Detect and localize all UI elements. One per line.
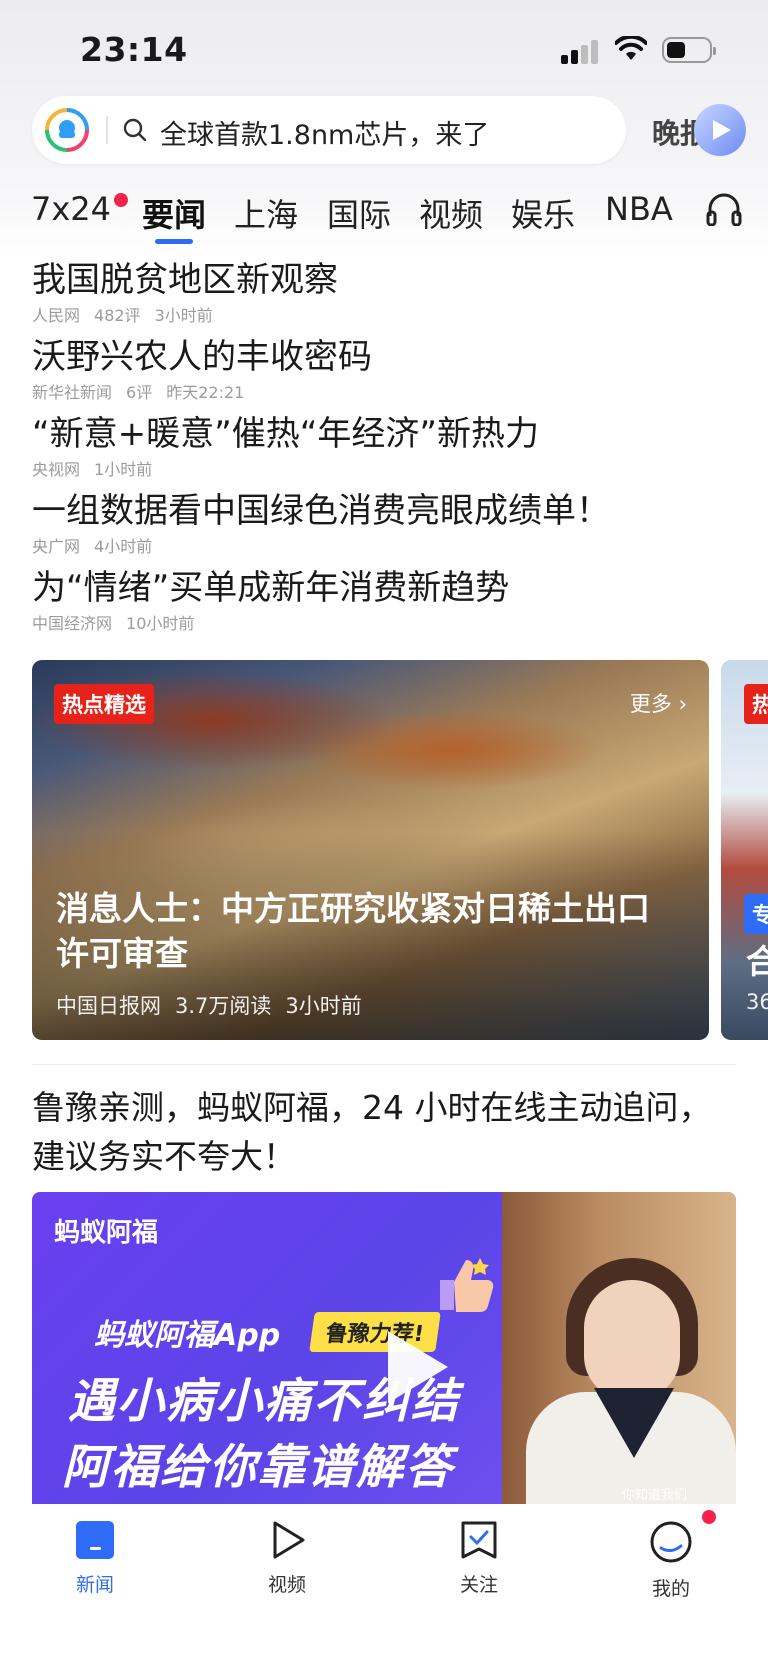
search-input[interactable]: 全球首款1.8nm芯片，来了	[160, 113, 489, 152]
headline-source: 央广网	[32, 537, 81, 556]
notification-dot	[112, 191, 130, 209]
headline-meta: 中国经济网 10小时前	[32, 610, 732, 634]
headline-time: 10小时前	[126, 614, 195, 633]
hot-card-source: 中国日报网	[56, 994, 161, 1018]
nav-news[interactable]: 新闻	[35, 1520, 155, 1597]
headline-item[interactable]: 我国脱贫地区新观察 人民网 482评 3小时前	[32, 258, 732, 326]
headline-item[interactable]: 一组数据看中国绿色消费亮眼成绩单！ 央广网 4小时前	[32, 489, 732, 557]
hot-picks-card[interactable]: 热点精选 更多 › 消息人士：中方正研究收紧对日稀土出口许可审查 中国日报网 3.…	[32, 660, 709, 1040]
nav-news-label: 新闻	[75, 1574, 114, 1596]
tab-nba[interactable]: NBA	[605, 190, 673, 228]
headline-title: 为“情绪”买单成新年消费新趋势	[32, 568, 510, 608]
headline-time: 昨天22:21	[166, 383, 245, 402]
nav-follow[interactable]: 关注	[419, 1520, 539, 1597]
evening-news-button[interactable]	[694, 104, 746, 156]
hot-card-meta: 中国日报网 3.7万阅读 3小时前	[56, 990, 376, 1020]
nav-profile-label: 我的	[651, 1578, 690, 1600]
tab-international[interactable]: 国际	[327, 190, 391, 236]
headline-source: 人民网	[32, 306, 81, 325]
ad-app-name: 蚂蚁阿福App	[94, 1318, 281, 1353]
tab-entertainment[interactable]: 娱乐	[511, 190, 575, 236]
headline-item[interactable]: 为“情绪”买单成新年消费新趋势 中国经济网 10小时前	[32, 566, 732, 634]
notification-dot	[702, 1510, 716, 1524]
nav-follow-label: 关注	[459, 1574, 498, 1596]
profile-icon	[650, 1521, 692, 1563]
video-icon	[273, 1521, 305, 1559]
play-icon[interactable]	[382, 1327, 452, 1407]
tab-7x24[interactable]: 7x24	[31, 190, 111, 228]
play-icon	[713, 120, 731, 140]
next-card-title: 合	[746, 942, 768, 981]
follow-icon	[461, 1521, 497, 1559]
nav-video[interactable]: 视频	[227, 1520, 347, 1597]
headline-title: 我国脱贫地区新观察	[32, 260, 338, 300]
headline-title: 沃野兴农人的丰收密码	[32, 337, 372, 377]
chevron-right-icon: ›	[678, 692, 687, 716]
headline-source: 新华社新闻	[32, 383, 113, 402]
thumbs-up-icon	[440, 1258, 494, 1312]
ad-presenter-image: 你知道我们	[502, 1192, 736, 1504]
ad-brand-logo: 蚂蚁阿福	[54, 1218, 159, 1248]
bottom-navigation: 新闻 视频 关注 我的	[0, 1504, 768, 1663]
next-card-badge: 热	[744, 684, 768, 724]
status-time: 23:14	[80, 30, 188, 69]
hot-card-time: 3小时前	[285, 994, 362, 1018]
headline-item[interactable]: “新意+暖意”催热“年经济”新热力 央视网 1小时前	[32, 412, 732, 480]
hot-card-title: 消息人士：中方正研究收紧对日稀土出口许可审查	[56, 889, 650, 973]
headline-comments: 6评	[126, 383, 153, 402]
headline-meta: 央视网 1小时前	[32, 456, 732, 480]
headline-time: 4小时前	[94, 537, 153, 556]
hot-picks-badge: 热点精选	[54, 684, 154, 724]
headphones-icon[interactable]	[706, 192, 742, 226]
headline-time: 3小时前	[154, 306, 213, 325]
presenter-face	[584, 1280, 680, 1400]
hot-card-reads: 3.7万阅读	[175, 994, 272, 1018]
headline-comments: 482评	[94, 306, 141, 325]
headline-time: 1小时前	[94, 460, 153, 479]
search-bar[interactable]: 全球首款1.8nm芯片，来了	[32, 96, 626, 164]
next-card-topic-badge: 专	[744, 894, 768, 934]
nav-video-label: 视频	[267, 1574, 306, 1596]
news-icon	[76, 1521, 114, 1559]
battery-icon	[662, 37, 716, 63]
tab-headlines[interactable]: 要闻	[142, 190, 206, 236]
search-icon	[123, 118, 147, 142]
nav-profile[interactable]: 我的	[611, 1520, 731, 1601]
active-tab-indicator	[155, 239, 193, 244]
ad-video-card[interactable]: 蚂蚁阿福 蚂蚁阿福App 鲁豫力荐! 遇小病小痛不纠结 阿福给你靠谱解答 你知道…	[32, 1192, 736, 1504]
wifi-icon	[615, 36, 647, 60]
app-logo-icon	[45, 108, 89, 152]
headline-title: “新意+暖意”催热“年经济”新热力	[32, 414, 539, 454]
headline-source: 央视网	[32, 460, 81, 479]
tab-video[interactable]: 视频	[419, 190, 483, 236]
search-divider	[106, 116, 108, 144]
section-divider	[32, 1064, 736, 1065]
next-card-meta: 36	[746, 990, 768, 1014]
headline-meta: 新华社新闻 6评 昨天22:21	[32, 379, 732, 403]
headline-title: 一组数据看中国绿色消费亮眼成绩单！	[32, 491, 610, 531]
ad-article-title[interactable]: 鲁豫亲测，蚂蚁阿福，24 小时在线主动追问，建议务实不夸大！	[32, 1083, 712, 1181]
next-hot-card[interactable]: 热 专 合 36	[721, 660, 768, 1040]
headline-item[interactable]: 沃野兴农人的丰收密码 新华社新闻 6评 昨天22:21	[32, 335, 732, 403]
video-caption: 你知道我们	[622, 1488, 688, 1503]
tab-shanghai[interactable]: 上海	[234, 190, 298, 236]
cellular-signal-icon	[561, 38, 601, 64]
more-label: 更多	[629, 692, 672, 716]
headline-source: 中国经济网	[32, 614, 113, 633]
more-link[interactable]: 更多 ›	[630, 688, 687, 718]
ad-headline-line2: 阿福给你靠谱解答	[62, 1440, 454, 1495]
headline-meta: 人民网 482评 3小时前	[32, 302, 732, 326]
headline-meta: 央广网 4小时前	[32, 533, 732, 557]
